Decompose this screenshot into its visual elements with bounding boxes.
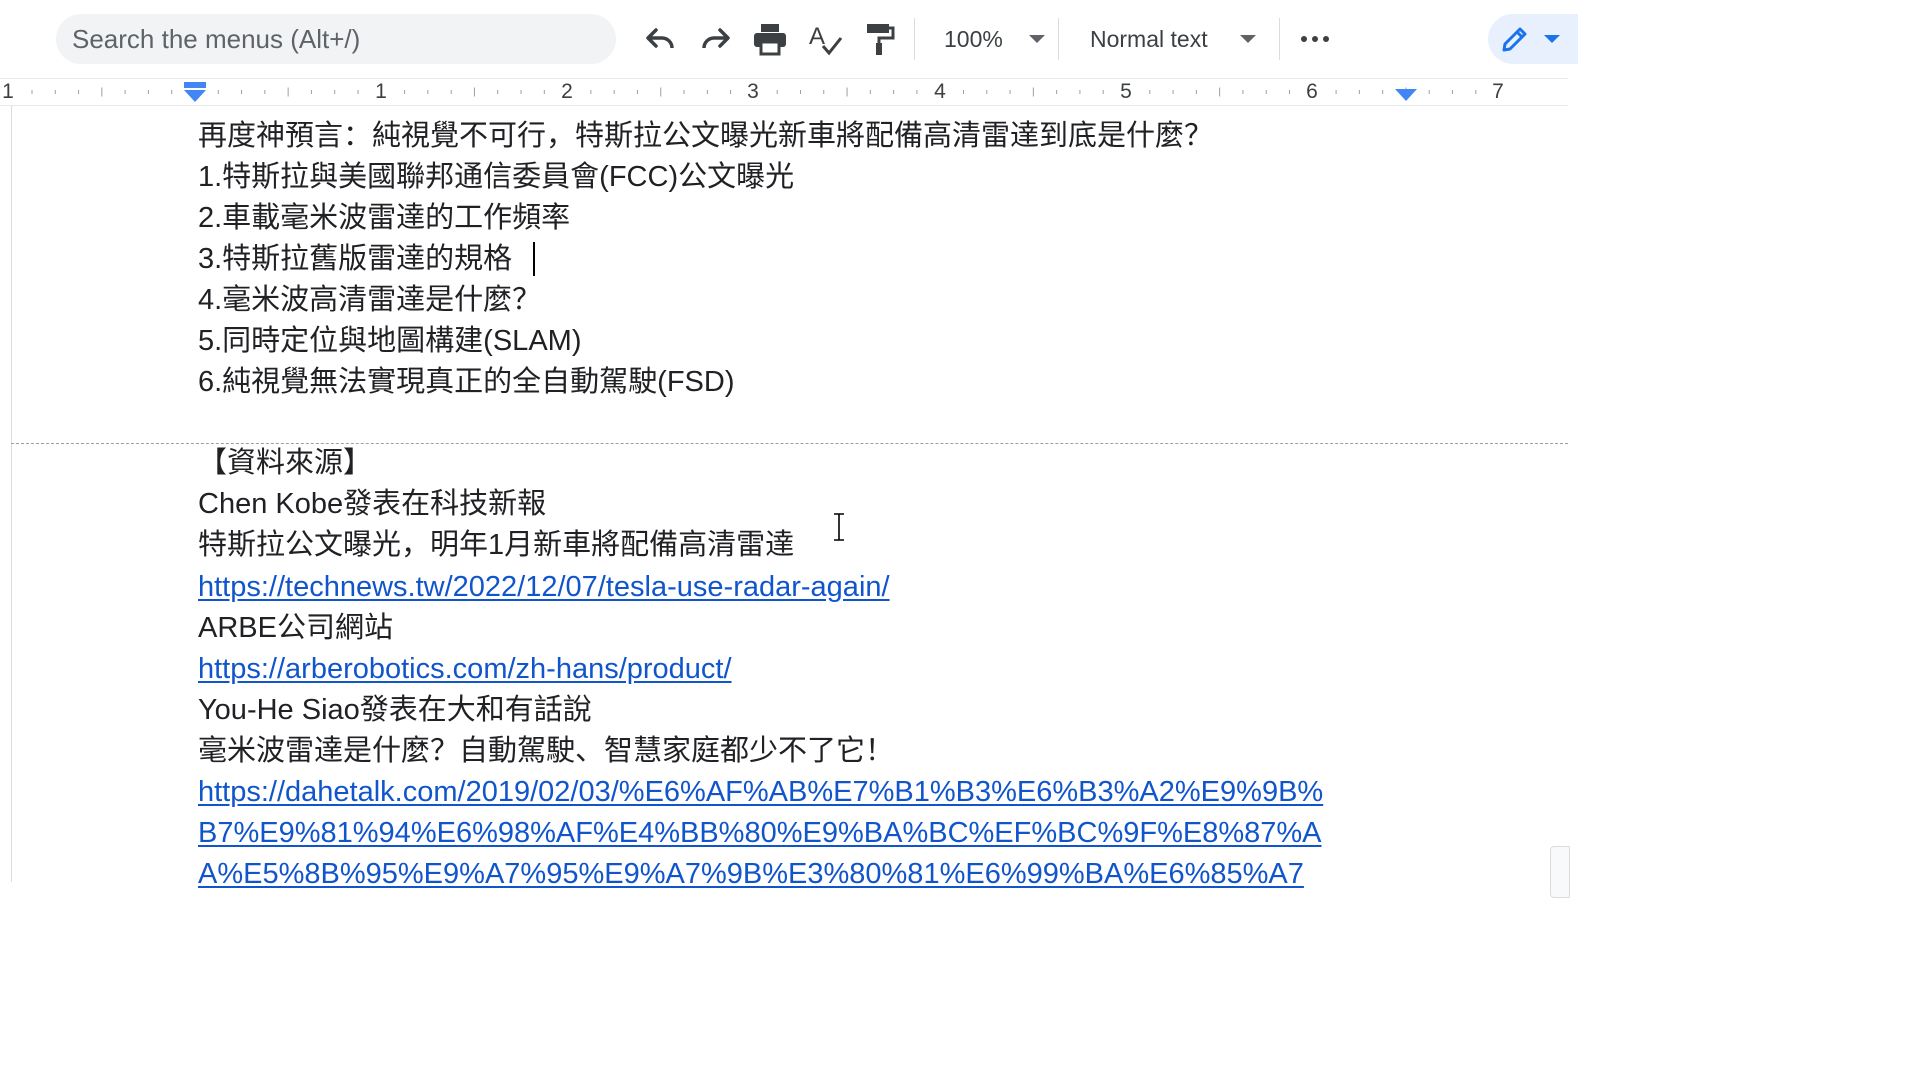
undo-icon[interactable] (641, 20, 679, 58)
ruler-number: 6 (1306, 80, 1318, 103)
paragraph-style-value: Normal text (1090, 25, 1208, 52)
source-link[interactable]: https://arberobotics.com/zh-hans/product… (198, 650, 732, 688)
svg-text:A: A (809, 23, 825, 50)
doc-line[interactable]: 6.純視覺無法實現真正的全自動駕駛(FSD) (198, 363, 735, 401)
chevron-down-icon (1239, 35, 1256, 43)
chevron-down-icon (1544, 35, 1560, 43)
zoom-select[interactable]: 100% (944, 14, 1045, 64)
doc-line[interactable]: 2.車載毫米波雷達的工作頻率 (198, 199, 570, 237)
toolbar-divider (914, 18, 915, 60)
editing-mode-button[interactable] (1488, 14, 1578, 64)
indent-marker[interactable] (183, 82, 207, 104)
print-icon[interactable] (751, 20, 789, 58)
sources-heading[interactable]: 【資料來源】 (198, 444, 372, 482)
document-canvas[interactable]: 再度神預言：純視覺不可行，特斯拉公文曝光新車將配備高清雷達到底是什麼？ 1.特斯… (0, 106, 1570, 898)
ruler[interactable]: 1 1 2 3 4 5 6 7 (0, 78, 1568, 106)
source-title[interactable]: ARBE公司網站 (198, 609, 393, 647)
toolbar-divider (1279, 18, 1280, 60)
source-title[interactable]: 毫米波雷達是什麼？自動駕駛、智慧家庭都少不了它！ (198, 732, 894, 770)
toolbar: Search the menus (Alt+/) A 100% Normal t… (0, 0, 1578, 78)
more-icon[interactable] (1296, 20, 1334, 58)
ruler-ticks (31, 87, 1477, 97)
scrollbar-thumb[interactable] (1550, 846, 1570, 898)
text-cursor (533, 242, 535, 276)
ruler-number: 1 (375, 80, 387, 103)
mouse-ibeam-cursor (834, 513, 844, 541)
toolbar-divider (1058, 18, 1059, 60)
source-author[interactable]: Chen Kobe發表在科技新報 (198, 485, 546, 523)
ruler-number: 2 (561, 80, 573, 103)
ruler-number: 7 (1492, 80, 1504, 103)
ruler-number: 1 (2, 80, 14, 103)
source-author[interactable]: You-He Siao發表在大和有話說 (198, 691, 592, 729)
spellcheck-icon[interactable]: A (806, 20, 844, 58)
source-link[interactable]: A%E5%8B%95%E9%A7%95%E9%A7%9B%E3%80%81%E6… (198, 855, 1304, 893)
source-link[interactable]: https://dahetalk.com/2019/02/03/%E6%AF%A… (198, 773, 1323, 811)
ruler-number: 3 (747, 80, 759, 103)
paint-format-icon[interactable] (860, 20, 898, 58)
search-menus-input[interactable]: Search the menus (Alt+/) (56, 14, 616, 64)
paragraph-style-select[interactable]: Normal text (1090, 14, 1256, 64)
zoom-value: 100% (944, 25, 1003, 52)
redo-icon[interactable] (697, 20, 735, 58)
search-menus-placeholder: Search the menus (Alt+/) (72, 23, 361, 54)
doc-line[interactable]: 5.同時定位與地圖構建(SLAM) (198, 322, 581, 360)
source-title[interactable]: 特斯拉公文曝光，明年1月新車將配備高清雷達 (198, 526, 794, 564)
source-link[interactable]: https://technews.tw/2022/12/07/tesla-use… (198, 568, 890, 606)
doc-line[interactable]: 1.特斯拉與美國聯邦通信委員會(FCC)公文曝光 (198, 158, 794, 196)
page-edge (11, 106, 12, 882)
ruler-number: 5 (1120, 80, 1132, 103)
doc-line[interactable]: 再度神預言：純視覺不可行，特斯拉公文曝光新車將配備高清雷達到底是什麼？ (198, 117, 1213, 155)
source-link[interactable]: B7%E9%81%94%E6%98%AF%E4%BB%80%E9%BA%BC%E… (198, 814, 1322, 852)
ruler-number: 4 (934, 80, 946, 103)
chevron-down-icon (1028, 35, 1045, 43)
doc-line[interactable]: 3.特斯拉舊版雷達的規格 (198, 240, 512, 278)
doc-line[interactable]: 4.毫米波高清雷達是什麼？ (198, 281, 541, 319)
pencil-icon (1502, 27, 1527, 52)
right-indent-marker[interactable] (1394, 88, 1418, 102)
